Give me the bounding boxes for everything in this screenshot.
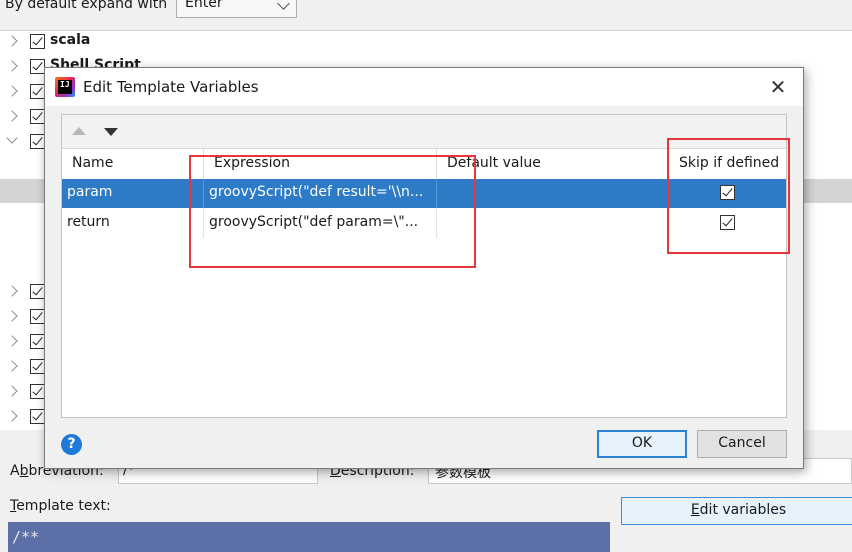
annotation-box-skip-if-defined	[667, 138, 790, 254]
move-up-icon[interactable]	[72, 127, 86, 135]
tree-group-checkbox[interactable]	[30, 384, 45, 399]
dialog-title: Edit Template Variables	[83, 78, 259, 96]
ok-button[interactable]: OK	[597, 430, 687, 458]
chevron-down-icon[interactable]	[6, 132, 18, 144]
intellij-app-icon: IJ	[55, 77, 75, 97]
expand-with-value: Enter	[185, 0, 223, 11]
move-down-icon[interactable]	[104, 128, 118, 136]
chevron-right-icon[interactable]	[6, 85, 18, 97]
tree-group-checkbox[interactable]	[30, 409, 45, 424]
tree-group-checkbox[interactable]	[30, 59, 45, 74]
annotation-box-expression	[189, 155, 476, 268]
dialog-titlebar: IJ Edit Template Variables ✕	[45, 68, 803, 106]
tree-group-checkbox[interactable]	[30, 359, 45, 374]
chevron-right-icon[interactable]	[6, 35, 18, 47]
tree-group-checkbox[interactable]	[30, 334, 45, 349]
cell-name[interactable]: return	[62, 209, 204, 238]
chevron-right-icon[interactable]	[6, 335, 18, 347]
close-icon[interactable]: ✕	[767, 76, 789, 98]
tree-group-checkbox[interactable]	[30, 309, 45, 324]
expand-options-bar: By default expand with Enter	[0, 0, 852, 28]
chevron-right-icon[interactable]	[6, 110, 18, 122]
edit-template-variables-dialog: IJ Edit Template Variables ✕ Name Expres…	[44, 67, 804, 469]
chevron-right-icon[interactable]	[6, 385, 18, 397]
help-icon[interactable]: ?	[61, 434, 82, 455]
edit-variables-button[interactable]: Edit variables	[621, 497, 852, 525]
cell-name[interactable]: param	[62, 179, 204, 208]
tree-group-checkbox[interactable]	[30, 109, 45, 124]
chevron-down-icon	[277, 0, 290, 10]
chevron-right-icon[interactable]	[6, 360, 18, 372]
expand-with-select[interactable]: Enter	[176, 0, 297, 18]
chevron-right-icon[interactable]	[6, 60, 18, 72]
column-header-name[interactable]: Name	[62, 149, 204, 179]
tree-group-row[interactable]: scala	[0, 31, 852, 55]
tree-group-checkbox[interactable]	[30, 134, 45, 149]
tree-group-checkbox[interactable]	[30, 284, 45, 299]
template-text-value: /**	[12, 528, 40, 546]
chevron-right-icon[interactable]	[6, 310, 18, 322]
tree-group-label: scala	[50, 32, 91, 48]
tree-group-checkbox[interactable]	[30, 34, 45, 49]
chevron-right-icon[interactable]	[6, 410, 18, 422]
cancel-button[interactable]: Cancel	[697, 430, 787, 458]
expand-with-label: By default expand with	[5, 0, 168, 12]
tree-group-checkbox[interactable]	[30, 84, 45, 99]
template-text-label: Template text:	[10, 498, 111, 514]
chevron-right-icon[interactable]	[6, 285, 18, 297]
